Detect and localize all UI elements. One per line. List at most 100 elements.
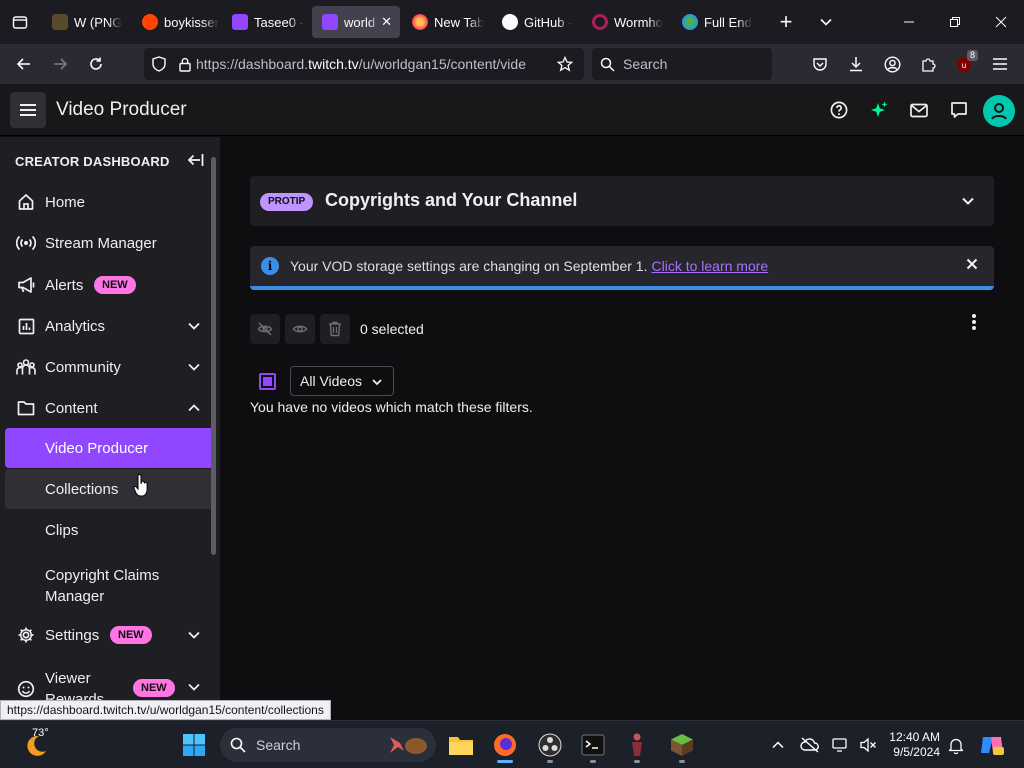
tab-close-icon[interactable]: ✕ bbox=[381, 14, 392, 30]
volume-muted-icon[interactable] bbox=[852, 729, 884, 761]
firefox-icon bbox=[412, 14, 428, 30]
collapse-sidebar-icon[interactable] bbox=[186, 152, 204, 173]
sidebar-item-community[interactable]: Community bbox=[0, 347, 214, 387]
close-window-button[interactable] bbox=[978, 0, 1024, 44]
firefox-taskbar-icon[interactable] bbox=[489, 729, 521, 761]
tab-overview-icon[interactable] bbox=[0, 0, 40, 44]
account-icon[interactable] bbox=[874, 48, 910, 80]
app-figure-icon[interactable] bbox=[621, 729, 653, 761]
publish-button[interactable] bbox=[285, 314, 315, 344]
ublock-extension-icon[interactable]: u 8 bbox=[946, 48, 982, 80]
browser-tab[interactable]: boykisser bbox=[132, 6, 220, 38]
vod-storage-notice: i Your VOD storage settings are changing… bbox=[250, 246, 994, 290]
checkbox-indeterminate-mark bbox=[263, 377, 272, 386]
trash-icon bbox=[329, 321, 341, 337]
sidebar-subitem-copyright-claims-manager[interactable]: Copyright Claims Manager bbox=[5, 561, 214, 607]
browser-navbar: https://dashboard.twitch.tv/u/worldgan15… bbox=[0, 44, 1024, 84]
learn-more-link[interactable]: Click to learn more bbox=[651, 258, 768, 274]
whispers-chat-icon[interactable] bbox=[943, 94, 975, 126]
sidebar-item-content[interactable]: Content bbox=[0, 388, 214, 428]
sidebar-subitem-clips[interactable]: Clips bbox=[5, 510, 214, 550]
lock-icon[interactable] bbox=[174, 57, 196, 72]
windows-logo-icon bbox=[183, 734, 205, 756]
sidebar-subitem-collections[interactable]: Collections bbox=[5, 469, 214, 509]
bookmark-star-icon[interactable] bbox=[550, 56, 580, 72]
minimize-button[interactable] bbox=[886, 0, 932, 44]
notifications-bell-icon[interactable] bbox=[940, 729, 972, 761]
reload-button[interactable] bbox=[78, 48, 114, 80]
chevron-down-icon bbox=[372, 379, 382, 386]
obs-studio-icon[interactable] bbox=[534, 729, 566, 761]
onedrive-cloud-icon[interactable] bbox=[794, 729, 826, 761]
sidebar-scrollbar[interactable] bbox=[211, 157, 216, 555]
forward-button[interactable] bbox=[42, 48, 78, 80]
sidebar-subitem-video-producer[interactable]: Video Producer bbox=[5, 428, 214, 468]
back-button[interactable] bbox=[6, 48, 42, 80]
pocket-icon[interactable] bbox=[802, 48, 838, 80]
unpublish-button[interactable] bbox=[250, 314, 280, 344]
broadcast-icon bbox=[16, 233, 36, 253]
app-indicator bbox=[590, 760, 596, 763]
eye-icon bbox=[292, 325, 308, 333]
downloads-icon[interactable] bbox=[838, 48, 874, 80]
sparkle-ai-icon[interactable] bbox=[863, 94, 895, 126]
url-text[interactable]: https://dashboard.twitch.tv/u/worldgan15… bbox=[196, 56, 536, 72]
browser-tab[interactable]: New Tab bbox=[402, 6, 490, 38]
browser-search-field[interactable]: Search bbox=[592, 48, 772, 80]
info-icon: i bbox=[261, 257, 279, 275]
browser-tab[interactable]: Tasee0 - bbox=[222, 6, 310, 38]
menu-hamburger-button[interactable] bbox=[10, 91, 46, 128]
app-menu-icon[interactable] bbox=[982, 48, 1018, 80]
chevron-down-icon[interactable] bbox=[960, 193, 976, 214]
select-all-checkbox[interactable] bbox=[259, 373, 276, 390]
chevron-down-icon bbox=[188, 683, 200, 691]
tracking-shield-icon[interactable] bbox=[144, 56, 174, 72]
page-title: Video Producer bbox=[56, 98, 187, 120]
user-avatar[interactable] bbox=[983, 95, 1015, 127]
empty-state-message: You have no videos which match these fil… bbox=[250, 399, 533, 415]
terminal-icon[interactable] bbox=[577, 729, 609, 761]
browser-tab[interactable]: Wormho bbox=[582, 6, 670, 38]
list-all-tabs-icon[interactable] bbox=[806, 15, 846, 29]
sidebar-item-analytics[interactable]: Analytics bbox=[0, 306, 214, 346]
help-icon[interactable] bbox=[823, 94, 855, 126]
start-button[interactable] bbox=[178, 729, 210, 761]
protip-banner[interactable]: PROTIP Copyrights and Your Channel bbox=[250, 176, 994, 226]
new-tab-button[interactable]: + bbox=[766, 9, 806, 35]
file-explorer-icon[interactable] bbox=[445, 729, 477, 761]
copilot-icon[interactable] bbox=[976, 729, 1008, 761]
sidebar-item-home[interactable]: Home bbox=[0, 182, 214, 222]
sidebar-heading: CREATOR DASHBOARD bbox=[15, 154, 170, 169]
minecraft-icon[interactable] bbox=[666, 729, 698, 761]
url-bar[interactable]: https://dashboard.twitch.tv/u/worldgan15… bbox=[144, 48, 584, 80]
taskbar-clock[interactable]: 12:40 AM 9/5/2024 bbox=[884, 730, 940, 760]
link-status-bar: https://dashboard.twitch.tv/u/worldgan15… bbox=[0, 700, 331, 720]
search-icon bbox=[600, 57, 615, 72]
video-filter-dropdown[interactable]: All Videos bbox=[290, 366, 394, 396]
delete-button[interactable] bbox=[320, 314, 350, 344]
new-badge: NEW bbox=[133, 679, 175, 697]
browser-tab-active[interactable]: world ✕ bbox=[312, 6, 400, 38]
sidebar-item-settings[interactable]: Settings NEW bbox=[0, 615, 214, 655]
close-notice-icon[interactable] bbox=[964, 256, 980, 277]
chevron-down-icon bbox=[188, 322, 200, 330]
browser-tab[interactable]: Full End bbox=[672, 6, 760, 38]
sidebar-item-alerts[interactable]: Alerts NEW bbox=[0, 265, 214, 305]
search-highlight-icon bbox=[390, 737, 427, 754]
new-badge: NEW bbox=[94, 276, 136, 294]
twitch-icon bbox=[232, 14, 248, 30]
svg-text:u: u bbox=[962, 61, 966, 70]
app-indicator bbox=[634, 760, 640, 763]
browser-tab[interactable]: W (PNG bbox=[42, 6, 130, 38]
restore-button[interactable] bbox=[932, 0, 978, 44]
twitch-top-nav: Video Producer bbox=[0, 84, 1024, 136]
extensions-puzzle-icon[interactable] bbox=[910, 48, 946, 80]
more-options-icon[interactable] bbox=[962, 310, 986, 334]
inbox-mail-icon[interactable] bbox=[903, 94, 935, 126]
eye-off-icon bbox=[257, 322, 273, 336]
sidebar-item-stream-manager[interactable]: Stream Manager bbox=[0, 223, 214, 263]
user-icon bbox=[991, 103, 1007, 120]
taskbar-search[interactable]: Search bbox=[220, 728, 436, 762]
show-hidden-icons-icon[interactable] bbox=[762, 729, 794, 761]
browser-tab[interactable]: GitHub - bbox=[492, 6, 580, 38]
